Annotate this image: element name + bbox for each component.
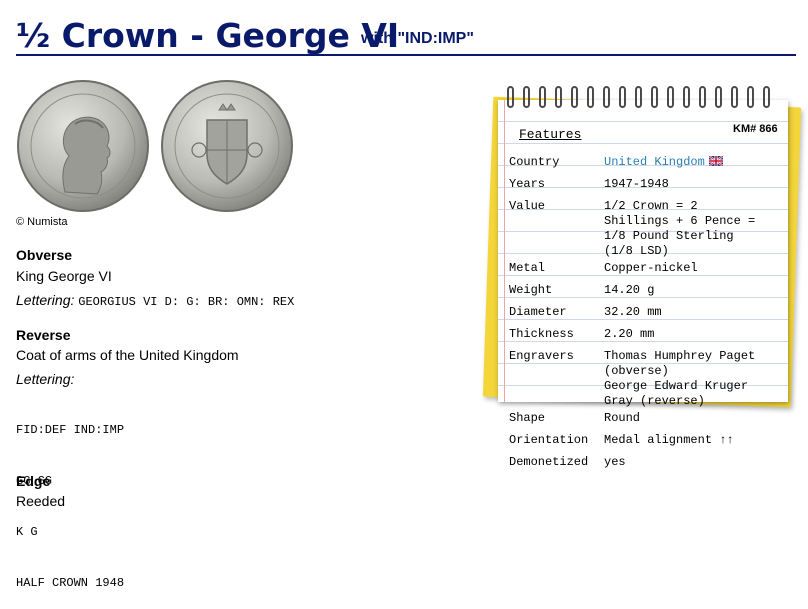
reverse-lettering-line: K G: [16, 525, 38, 539]
uk-flag-icon: [708, 156, 723, 166]
spiral-ring: [699, 86, 706, 108]
image-credit: © Numista: [16, 216, 68, 228]
reverse-description: Coat of arms of the United Kingdom: [16, 347, 239, 363]
feature-value: yes: [604, 455, 626, 469]
page-title: ½ Crown - George VI: [16, 16, 400, 55]
feature-key: Weight: [509, 283, 553, 297]
notepad-margin-line: [504, 100, 505, 402]
feature-value: 14.20 g: [604, 283, 655, 297]
feature-key: Shape: [509, 411, 546, 425]
feature-key: Country: [509, 155, 560, 169]
obverse-lettering-label: Lettering:: [16, 292, 75, 308]
spiral-ring: [763, 86, 770, 108]
spiral-ring: [715, 86, 722, 108]
reverse-coin-image[interactable]: [161, 80, 293, 212]
feature-key: Metal: [509, 261, 546, 275]
edge-heading: Edge: [16, 473, 51, 489]
edge-description: Reeded: [16, 493, 66, 509]
spiral-ring: [667, 86, 674, 108]
feature-value: 1947-1948: [604, 177, 669, 191]
obverse-lettering-text: GEORGIUS VI D: G: BR: OMN: REX: [78, 295, 295, 309]
page-header: ½ Crown - George VI with "IND:IMP": [16, 12, 796, 56]
reverse-lettering-line: HALF CROWN 1948: [16, 576, 125, 590]
feature-value: Thomas Humphrey Paget (obverse) George E…: [604, 349, 756, 408]
spiral-ring: [571, 86, 578, 108]
spiral-ring: [651, 86, 658, 108]
spiral-ring: [523, 86, 530, 108]
obverse-heading: Obverse: [16, 247, 73, 263]
spiral-ring: [747, 86, 754, 108]
feature-key: Orientation: [509, 433, 589, 447]
page-subtitle: with "IND:IMP": [361, 30, 474, 47]
obverse-coin-image[interactable]: [17, 80, 149, 212]
feature-value: Round: [604, 411, 641, 425]
reverse-lettering-line: FID:DEF IND:IMP: [16, 423, 125, 437]
obverse-description: King George VI: [16, 268, 112, 284]
spiral-ring: [683, 86, 690, 108]
feature-value: Medal alignment ↑↑: [604, 433, 734, 447]
obverse-lettering: Lettering: GEORGIUS VI D: G: BR: OMN: RE…: [16, 292, 294, 309]
country-link[interactable]: United Kingdom: [604, 155, 705, 169]
feature-value: 32.20 mm: [604, 305, 662, 319]
feature-key: Years: [509, 177, 546, 191]
reverse-lettering-label: Lettering:: [16, 371, 75, 387]
feature-key: Value: [509, 199, 546, 213]
features-title: Features: [519, 127, 582, 142]
spiral-ring: [587, 86, 594, 108]
km-number: KM# 866: [733, 123, 778, 135]
feature-key: Engravers: [509, 349, 574, 363]
spiral-ring: [731, 86, 738, 108]
feature-value: 1/2 Crown = 2 Shillings + 6 Pence = 1/8 …: [604, 199, 756, 258]
feature-value: Copper-nickel: [604, 261, 698, 275]
spiral-ring: [507, 86, 514, 108]
feature-key: Demonetized: [509, 455, 589, 469]
notepad-spiral-rings: [503, 86, 785, 114]
feature-key: Thickness: [509, 327, 574, 341]
feature-value: United Kingdom: [604, 155, 794, 170]
spiral-ring: [619, 86, 626, 108]
spiral-ring: [539, 86, 546, 108]
reverse-heading: Reverse: [16, 327, 71, 343]
spiral-ring: [603, 86, 610, 108]
spiral-ring: [635, 86, 642, 108]
feature-key: Diameter: [509, 305, 567, 319]
feature-value: 2.20 mm: [604, 327, 655, 341]
spiral-ring: [555, 86, 562, 108]
